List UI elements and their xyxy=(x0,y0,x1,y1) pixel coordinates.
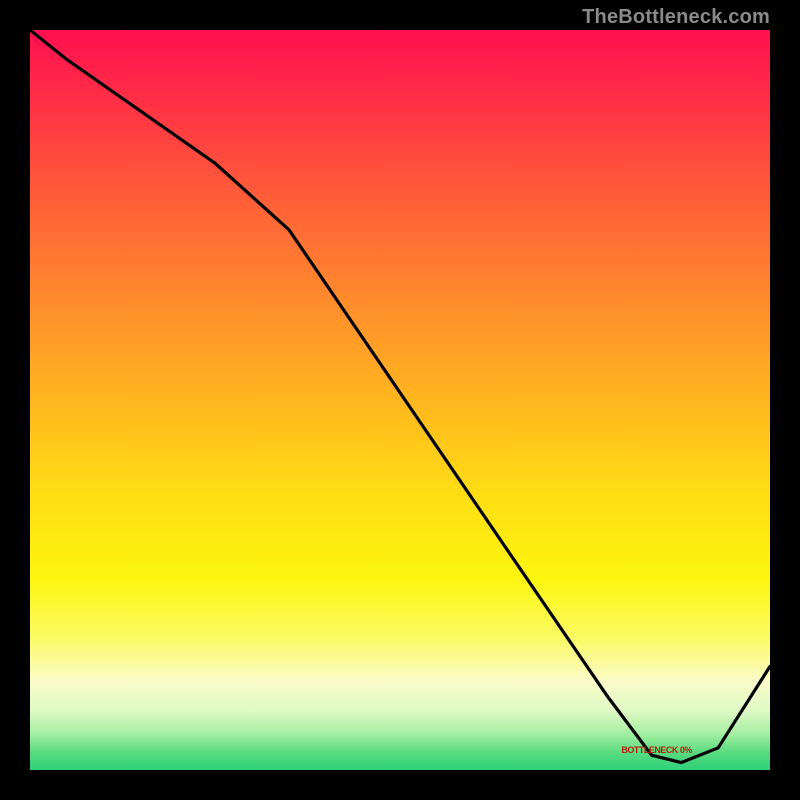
chart-frame: TheBottleneck.com BOTTLENECK 0% xyxy=(0,0,800,800)
watermark-text: TheBottleneck.com xyxy=(582,6,770,29)
bottleneck-line xyxy=(30,30,770,770)
zero-bottleneck-label: BOTTLENECK 0% xyxy=(621,745,692,755)
plot-area: BOTTLENECK 0% xyxy=(30,30,770,770)
